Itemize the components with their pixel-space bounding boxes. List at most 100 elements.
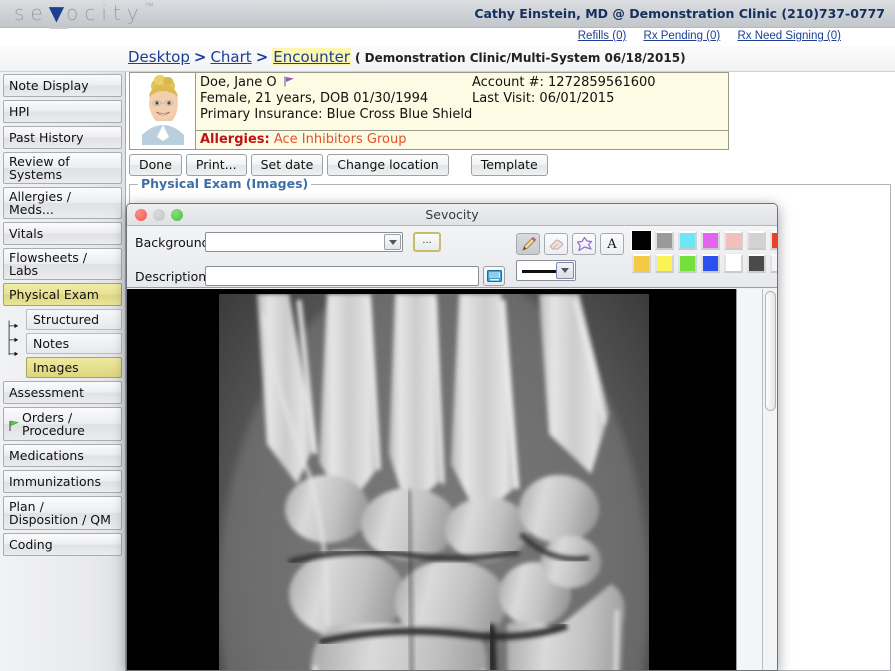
- sidebar-item-review-of-systems[interactable]: Review of Systems: [3, 152, 122, 184]
- patient-demographics-row: Female, 21 years, DOB 01/30/1994 Last Vi…: [200, 91, 728, 107]
- patient-info: Doe, Jane O Account #: 1272859561600 Fem…: [196, 73, 728, 149]
- breadcrumb-chart[interactable]: Chart: [210, 48, 251, 66]
- print-button[interactable]: Print...: [185, 154, 247, 176]
- logo-text-right: ocity: [66, 1, 145, 25]
- patient-account-number: Account #: 1272859561600: [472, 75, 656, 90]
- breadcrumb-desktop[interactable]: Desktop: [128, 48, 190, 66]
- sidebar-label: Physical Exam: [9, 287, 99, 302]
- color-swatch-f4c945[interactable]: [632, 254, 651, 273]
- logo-trademark: ™: [144, 2, 154, 12]
- color-swatch-000000[interactable]: [631, 230, 652, 251]
- sidebar-label: Orders / Procedure: [22, 410, 85, 438]
- provider-clinic-label: Cathy Einstein, MD @ Demonstration Clini…: [474, 6, 885, 21]
- sidebar-item-plan-disposition-qm[interactable]: Plan / Disposition / QM: [3, 496, 122, 530]
- color-swatch-d2d2d2[interactable]: [747, 231, 766, 250]
- keyboard-icon: [486, 270, 502, 282]
- dialog-title: Sevocity: [425, 207, 479, 222]
- sidebar-subitem-notes[interactable]: Notes: [26, 333, 122, 354]
- sidebar-item-flowsheets-labs[interactable]: Flowsheets / Labs: [3, 248, 122, 280]
- sidebar-item-medications[interactable]: Medications: [3, 444, 122, 467]
- color-swatch-fbf255[interactable]: [655, 254, 674, 273]
- color-swatch-ffffff[interactable]: [724, 254, 743, 273]
- star-shape-icon: [576, 236, 592, 251]
- sidebar-item-hpi[interactable]: HPI: [3, 100, 122, 123]
- sidebar-item-vitals[interactable]: Vitals: [3, 222, 122, 245]
- line-width-preview: [522, 270, 560, 273]
- sidebar-item-allergies-meds[interactable]: Allergies / Meds...: [3, 187, 122, 219]
- refills-link[interactable]: Refills (0): [578, 30, 627, 42]
- sidebar-label: Vitals: [9, 226, 44, 241]
- zoom-button[interactable]: [171, 209, 183, 221]
- patient-last-visit: Last Visit: 06/01/2015: [472, 91, 615, 106]
- eraser-tool-button[interactable]: [544, 233, 568, 255]
- line-width-select[interactable]: [516, 260, 576, 281]
- color-swatch-74e03c[interactable]: [678, 254, 697, 273]
- patient-avatar: [130, 73, 196, 149]
- canvas-vertical-scrollbar[interactable]: [762, 289, 777, 670]
- description-label: Description: [135, 269, 207, 284]
- patient-name: Doe, Jane O: [200, 75, 277, 90]
- sidebar-item-coding[interactable]: Coding: [3, 533, 122, 556]
- template-button[interactable]: Template: [470, 154, 548, 176]
- green-flag-icon: [9, 420, 20, 431]
- sidebar-label: Plan / Disposition / QM: [9, 499, 111, 527]
- sidebar-subitem-images[interactable]: Images: [26, 357, 122, 378]
- group-title: Physical Exam (Images): [138, 176, 312, 191]
- breadcrumb-encounter[interactable]: Encounter: [272, 48, 351, 66]
- sidebar-sublabel: Images: [33, 360, 79, 375]
- dialog-form-area: Background ... Description A: [127, 226, 777, 288]
- color-swatch-4a4a4a[interactable]: [747, 254, 766, 273]
- patient-flag-icon: [284, 76, 296, 92]
- line-width-chevron-down-icon[interactable]: [556, 262, 574, 279]
- keyboard-button[interactable]: [483, 266, 505, 286]
- color-swatch-6fe6f5[interactable]: [678, 231, 697, 250]
- sidebar-label: Medications: [9, 448, 84, 463]
- color-swatch-e8412c[interactable]: [770, 231, 777, 250]
- breadcrumb-encounter-detail: ( Demonstration Clinic/Multi-System 06/1…: [354, 51, 686, 65]
- shape-tool-button[interactable]: [572, 233, 596, 255]
- sidebar-item-past-history[interactable]: Past History: [3, 126, 122, 149]
- dialog-title-bar[interactable]: Sevocity: [127, 204, 777, 226]
- background-browse-button[interactable]: ...: [413, 232, 441, 252]
- sidebar-item-orders-procedure[interactable]: Orders / Procedure: [3, 407, 122, 441]
- change-location-button[interactable]: Change location: [327, 154, 449, 176]
- close-button[interactable]: [135, 209, 147, 221]
- sidebar-item-immunizations[interactable]: Immunizations: [3, 470, 122, 493]
- scrollbar-thumb[interactable]: [765, 291, 776, 411]
- sidebar-subitem-structured[interactable]: Structured: [26, 309, 122, 330]
- sidebar-item-physical-exam[interactable]: Physical Exam: [3, 283, 122, 306]
- sidebar-label: Allergies / Meds...: [9, 189, 71, 217]
- sidebar-label: Immunizations: [9, 474, 102, 489]
- set-date-button[interactable]: Set date: [250, 154, 324, 176]
- rx-need-signing-link[interactable]: Rx Need Signing (0): [737, 30, 841, 42]
- image-canvas[interactable]: [127, 289, 777, 670]
- description-input[interactable]: [205, 266, 479, 286]
- chevron-down-icon[interactable]: [384, 234, 401, 250]
- color-swatch-f2f4f8[interactable]: [770, 254, 777, 273]
- sidebar-item-note-display[interactable]: Note Display: [3, 74, 122, 97]
- sidebar-item-assessment[interactable]: Assessment: [3, 381, 122, 404]
- background-select[interactable]: [205, 232, 403, 252]
- sidebar-label: Past History: [9, 130, 84, 145]
- eraser-icon: [549, 239, 563, 250]
- rx-links-bar: Refills (0) Rx Pending (0) Rx Need Signi…: [0, 29, 895, 46]
- color-swatch-e265f0[interactable]: [701, 231, 720, 250]
- patient-allergies: Allergies: Ace Inhibitors Group: [196, 130, 728, 149]
- minimize-button[interactable]: [153, 209, 165, 221]
- sidebar-label: Assessment: [9, 385, 84, 400]
- color-swatch-9a9a9a[interactable]: [655, 231, 674, 250]
- pencil-tool-button[interactable]: [516, 233, 540, 255]
- rx-links-group: Refills (0) Rx Pending (0) Rx Need Signi…: [564, 30, 841, 42]
- xray-image[interactable]: [219, 294, 649, 670]
- sidebar-label: Coding: [9, 537, 53, 552]
- rx-pending-link[interactable]: Rx Pending (0): [644, 30, 721, 42]
- breadcrumb-separator-1: >: [193, 48, 207, 66]
- left-sidebar: Note Display HPI Past History Review of …: [0, 72, 126, 671]
- color-swatch-2a51f0[interactable]: [701, 254, 720, 273]
- pencil-icon: [521, 236, 536, 251]
- allergies-label: Allergies:: [200, 132, 270, 147]
- done-button[interactable]: Done: [129, 154, 182, 176]
- color-swatch-f3bfbb[interactable]: [724, 231, 743, 250]
- text-tool-button[interactable]: A: [600, 233, 624, 255]
- sidebar-label: HPI: [9, 104, 30, 119]
